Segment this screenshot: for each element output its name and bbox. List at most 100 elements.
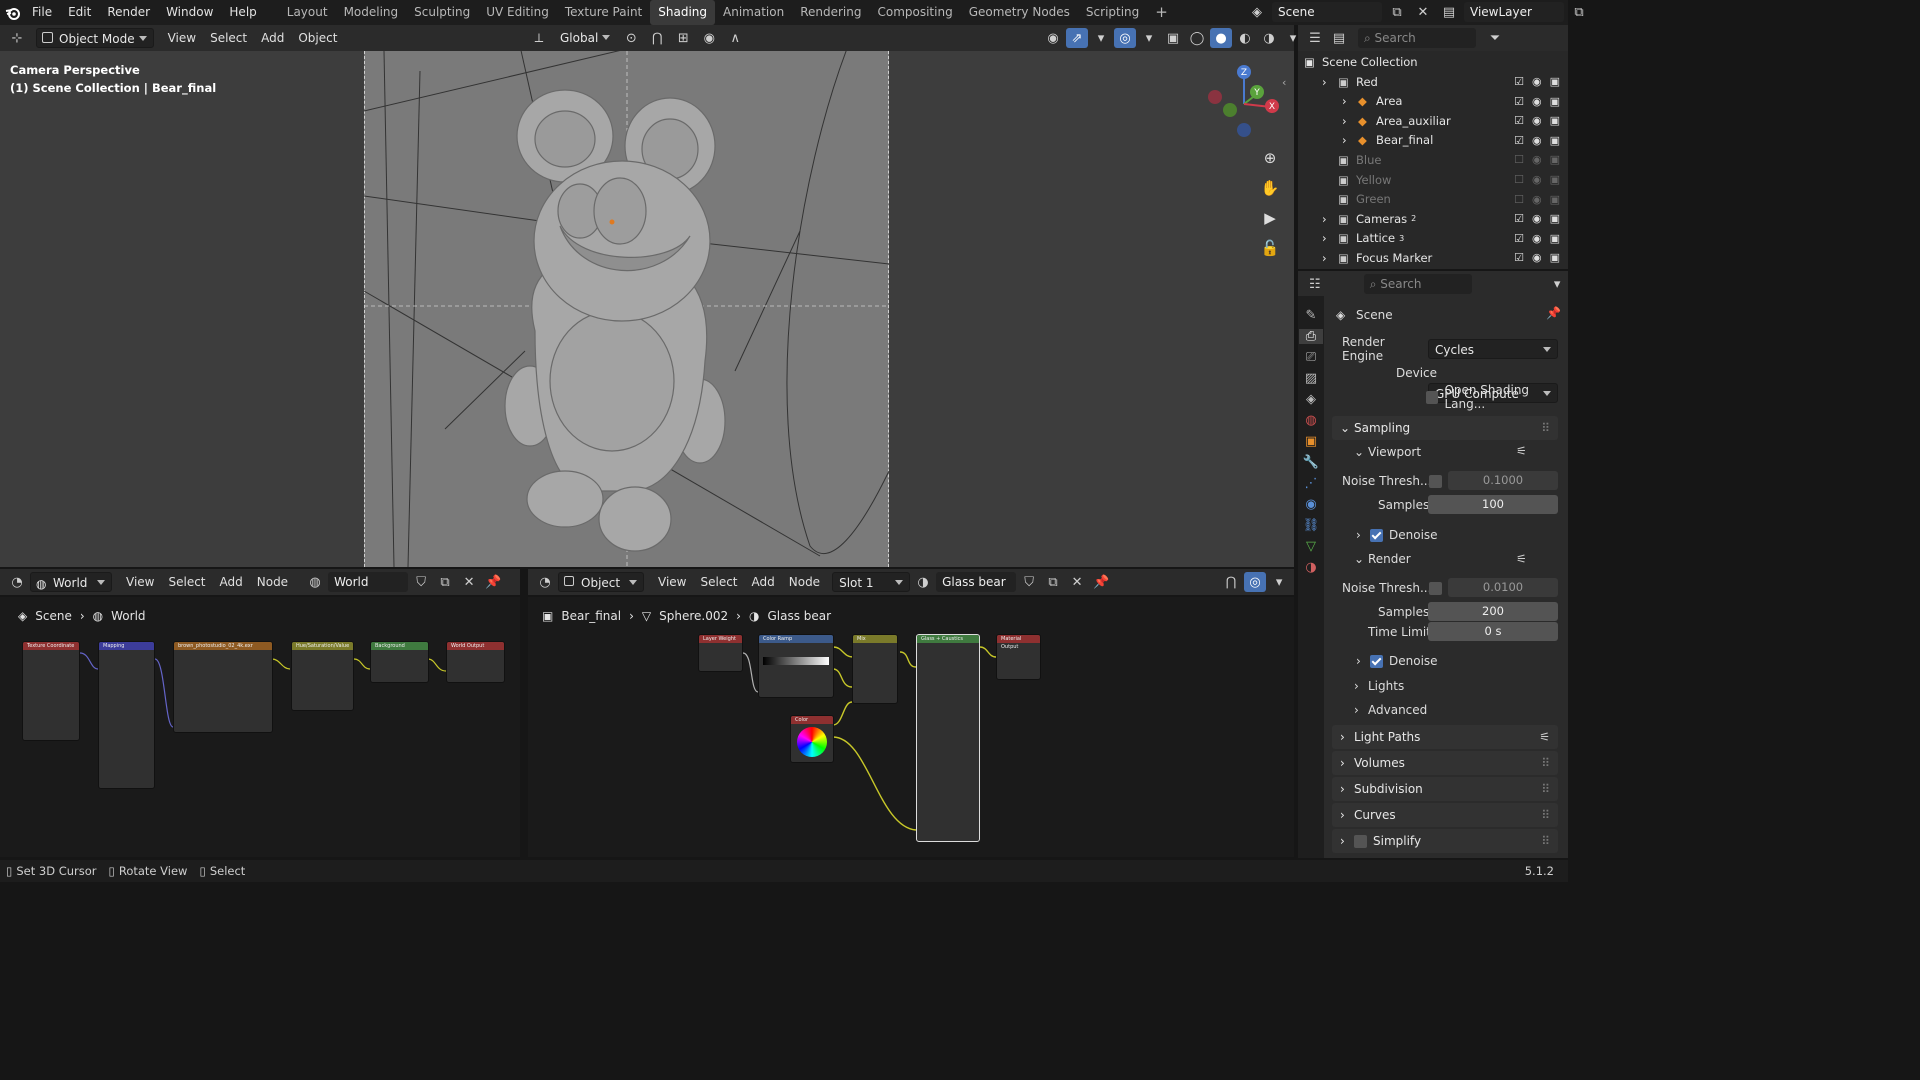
viewport-denoise-checkbox[interactable] <box>1370 528 1383 542</box>
camera-view-icon[interactable]: ▶ <box>1258 206 1282 230</box>
exclude-checkbox[interactable]: ☑ <box>1514 251 1524 264</box>
shader-menu-view[interactable]: View <box>652 572 692 592</box>
menu-window[interactable]: Window <box>158 0 221 25</box>
filter-icon[interactable]: ⏷ <box>1484 28 1506 48</box>
3d-viewport[interactable]: Camera Perspective (1) Scene Collection … <box>0 51 1294 567</box>
proportional-edit-icon[interactable]: ◉ <box>698 28 720 48</box>
menu-edit[interactable]: Edit <box>60 0 99 25</box>
snap-target-icon[interactable]: ⊞ <box>672 28 694 48</box>
blender-logo-icon[interactable] <box>2 0 24 25</box>
camera-render-icon[interactable]: ▣ <box>1550 134 1560 147</box>
expand-chevron-icon[interactable]: › <box>1322 251 1338 265</box>
zoom-icon[interactable]: ⊕ <box>1258 146 1282 170</box>
scene-icon[interactable]: ◈ <box>1246 2 1268 22</box>
drag-handle-icon[interactable]: ⠿ <box>1541 808 1550 822</box>
material-fake-user-icon[interactable]: ⛉ <box>1018 572 1040 592</box>
eye-icon[interactable]: ◉ <box>1532 193 1542 206</box>
editor-type-node-icon[interactable]: ◔ <box>6 572 28 592</box>
viewport-noise-checkbox[interactable] <box>1429 475 1442 488</box>
modifier-tab-icon[interactable]: 🔧 <box>1303 455 1319 470</box>
camera-render-icon[interactable]: ▣ <box>1550 193 1560 206</box>
viewport-subpanel-header[interactable]: ⌄ Viewport <box>1354 441 1421 463</box>
scene-name-field[interactable]: Scene <box>1272 2 1382 22</box>
color-wheel[interactable] <box>797 727 827 757</box>
tab-sculpting[interactable]: Sculpting <box>406 0 478 25</box>
outliner-item[interactable]: ▣ Yellow ☐ ◉ ▣ <box>1298 170 1568 189</box>
viewport-menu-object[interactable]: Object <box>292 28 343 48</box>
exclude-checkbox[interactable]: ☑ <box>1514 212 1524 225</box>
menu-render[interactable]: Render <box>99 0 158 25</box>
camera-render-icon[interactable]: ▣ <box>1550 173 1560 186</box>
shader-node-editor[interactable]: ▣ Bear_final › ▽ Sphere.002 › ◑ Glass bear … <box>528 597 1294 857</box>
view-layer-tab-icon[interactable]: ▨ <box>1305 371 1317 386</box>
drag-handle-icon[interactable]: ⠿ <box>1541 834 1550 848</box>
overlays-dropdown-icon[interactable]: ▾ <box>1138 28 1160 48</box>
xray-icon[interactable]: ▣ <box>1162 28 1184 48</box>
gizmo-dropdown-icon[interactable]: ▾ <box>1090 28 1112 48</box>
world-new-icon[interactable]: ⧉ <box>434 572 456 592</box>
viewport-menu-select[interactable]: Select <box>204 28 253 48</box>
falloff-icon[interactable]: ∧ <box>724 28 746 48</box>
world-type-dropdown[interactable]: ◍ World <box>30 572 112 592</box>
render-noise-field[interactable]: 0.0100 <box>1448 578 1558 597</box>
view-layer-new-icon[interactable]: ⧉ <box>1568 2 1590 22</box>
data-tab-icon[interactable]: ▽ <box>1306 539 1316 554</box>
render-tab-icon[interactable]: ⎙ <box>1299 329 1323 344</box>
add-workspace-icon[interactable]: + <box>1147 0 1176 25</box>
outliner[interactable]: ▣ Scene Collection › ▣ Red ☑ ◉ ▣ › ◆ Area ☑ ◉ ▣ › ◆ Are… <box>1298 51 1568 269</box>
scene-new-icon[interactable]: ⧉ <box>1386 2 1408 22</box>
world-pin-icon[interactable]: 📌 <box>482 572 504 592</box>
world-menu-view[interactable]: View <box>120 572 160 592</box>
scene-tab-icon[interactable]: ◈ <box>1306 392 1316 407</box>
node-environment-texture[interactable]: brown_photostudio_02_4k.exr <box>173 641 273 733</box>
exclude-checkbox[interactable]: ☑ <box>1514 134 1524 147</box>
shader-overlay-icon[interactable]: ◎ <box>1244 572 1267 592</box>
shader-menu-add[interactable]: Add <box>746 572 781 592</box>
subdivision-panel-header[interactable]: › Subdivision ⠿ <box>1332 777 1558 801</box>
simplify-panel-header[interactable]: › Simplify ⠿ <box>1332 829 1558 853</box>
expand-chevron-icon[interactable]: › <box>1342 133 1358 147</box>
time-limit-field[interactable]: 0 s <box>1428 622 1558 641</box>
viewport-samples-field[interactable]: 100 <box>1428 495 1558 514</box>
outliner-item[interactable]: ▣ Blue ☐ ◉ ▣ <box>1298 150 1568 169</box>
tool-tab-icon[interactable]: ✎ <box>1306 308 1317 323</box>
outliner-item[interactable]: ▣ Green ☐ ◉ ▣ <box>1298 190 1568 209</box>
object-mode-dropdown[interactable]: Object Mode <box>36 28 154 48</box>
shader-menu-select[interactable]: Select <box>694 572 743 592</box>
tab-compositing[interactable]: Compositing <box>869 0 960 25</box>
tab-geometry-nodes[interactable]: Geometry Nodes <box>961 0 1078 25</box>
editor-type-3d-icon[interactable]: ⊹ <box>6 28 28 48</box>
world-fake-user-icon[interactable]: ⛉ <box>410 572 432 592</box>
camera-render-icon[interactable]: ▣ <box>1550 95 1560 108</box>
outliner-root[interactable]: ▣ Scene Collection <box>1298 52 1568 71</box>
osl-checkbox[interactable] <box>1426 390 1439 404</box>
render-denoise-row[interactable]: › Denoise <box>1356 650 1438 672</box>
properties-pin-icon[interactable]: 📌 <box>1546 306 1561 320</box>
node-world-output[interactable]: World Output <box>446 641 505 683</box>
exclude-checkbox[interactable]: ☑ <box>1514 95 1524 108</box>
world-tab-icon[interactable]: ◍ <box>1305 413 1316 428</box>
expand-chevron-icon[interactable]: › <box>1322 75 1338 89</box>
material-tab-icon[interactable]: ◑ <box>1305 560 1316 575</box>
shading-rendered-icon[interactable]: ◑ <box>1258 28 1280 48</box>
world-menu-node[interactable]: Node <box>251 572 294 592</box>
exclude-checkbox[interactable]: ☑ <box>1514 75 1524 88</box>
drag-handle-icon[interactable]: ⠿ <box>1541 421 1550 435</box>
expand-chevron-icon[interactable]: › <box>1322 212 1338 226</box>
material-pin-icon[interactable]: 📌 <box>1090 572 1112 592</box>
eye-icon[interactable]: ◉ <box>1532 212 1542 225</box>
view-layer-icon[interactable]: ▤ <box>1438 2 1460 22</box>
osl-checkbox-row[interactable]: Open Shading Lang... <box>1426 383 1568 411</box>
shading-material-icon[interactable]: ◐ <box>1234 28 1256 48</box>
visibility-icon[interactable]: ◉ <box>1042 28 1064 48</box>
node-mapping[interactable]: Mapping <box>98 641 155 789</box>
exclude-checkbox[interactable]: ☐ <box>1514 193 1524 206</box>
tab-shading[interactable]: Shading <box>650 0 715 25</box>
snap-node-icon[interactable]: ⋂ <box>1220 572 1242 592</box>
eye-icon[interactable]: ◉ <box>1532 153 1542 166</box>
tab-layout[interactable]: Layout <box>279 0 336 25</box>
eye-icon[interactable]: ◉ <box>1532 95 1542 108</box>
node-background[interactable]: Background <box>370 641 429 683</box>
curves-panel-header[interactable]: › Curves ⠿ <box>1332 803 1558 827</box>
eye-icon[interactable]: ◉ <box>1532 134 1542 147</box>
